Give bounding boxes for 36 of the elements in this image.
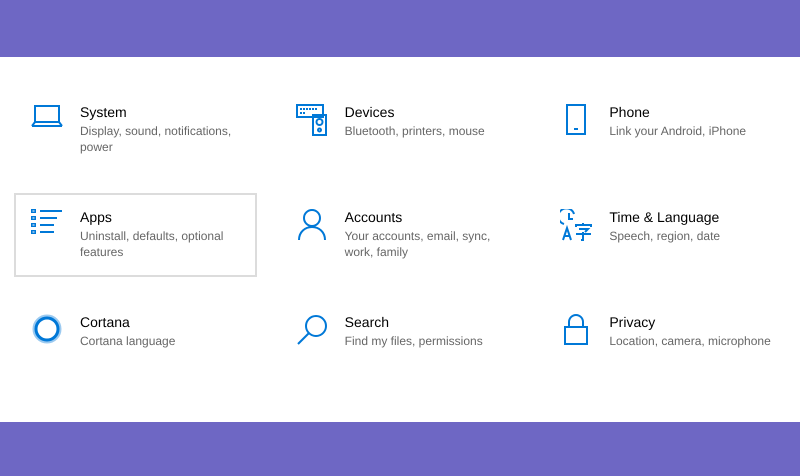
tile-description: Bluetooth, printers, mouse xyxy=(344,123,485,139)
settings-tile[interactable]: Privacy Location, camera, microphone xyxy=(543,298,786,382)
tile-title: Phone xyxy=(609,103,650,122)
settings-tile[interactable]: Cortana Cortana language xyxy=(14,298,257,382)
tile-description: Uninstall, defaults, optional features xyxy=(80,228,224,260)
tile-description: Link your Android, iPhone xyxy=(609,123,746,139)
tile-title: Accounts xyxy=(344,208,402,227)
settings-tile[interactable]: Accounts Your accounts, email, sync, work, family xyxy=(278,193,522,277)
circle-icon xyxy=(32,314,62,344)
tile-description: Cortana language xyxy=(80,333,176,349)
tile-title: Apps xyxy=(80,208,112,227)
tile-title: Search xyxy=(344,313,390,332)
keyboard-speaker-icon xyxy=(296,104,328,136)
settings-tile[interactable]: Apps Uninstall, defaults, optional features xyxy=(14,193,257,277)
tile-title: Cortana xyxy=(80,313,130,332)
tile-title: Privacy xyxy=(609,313,656,332)
laptop-icon xyxy=(31,104,63,130)
tile-description: Speech, region, date xyxy=(609,228,720,244)
tile-description: Your accounts, email, sync, work, family xyxy=(344,228,492,260)
tile-title: Devices xyxy=(344,103,394,122)
person-icon xyxy=(298,209,326,240)
tile-description: Find my files, permissions xyxy=(344,333,483,349)
tile-title: System xyxy=(80,103,127,122)
clock-language-icon xyxy=(560,209,592,241)
settings-tile[interactable]: Phone Link your Android, iPhone xyxy=(543,88,786,172)
settings-tile[interactable]: Time & Language Speech, region, date xyxy=(543,193,786,277)
lock-icon xyxy=(563,314,590,345)
tile-description: Display, sound, notifications, power xyxy=(80,123,232,155)
settings-tile[interactable]: Search Find my files, permissions xyxy=(278,298,522,382)
tile-title: Time & Language xyxy=(609,208,720,227)
tile-description: Location, camera, microphone xyxy=(609,333,771,349)
search-icon xyxy=(296,314,328,346)
phone-icon xyxy=(566,104,586,135)
list-icon xyxy=(31,209,63,237)
settings-tile[interactable]: System Display, sound, notifications, power xyxy=(14,88,257,172)
settings-tile[interactable]: Devices Bluetooth, printers, mouse xyxy=(278,88,522,172)
